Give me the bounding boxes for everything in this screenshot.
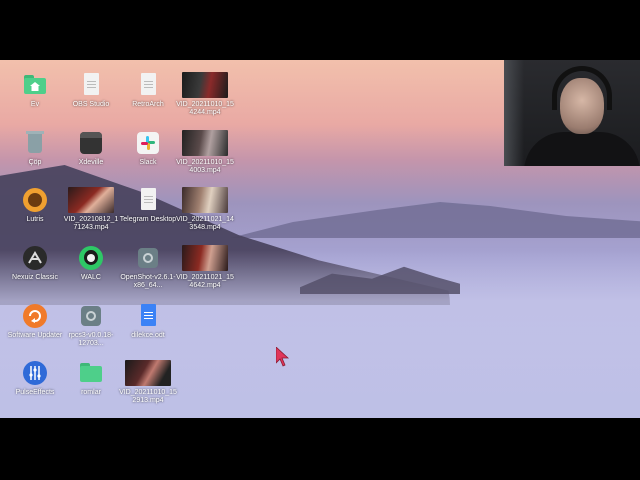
lutris-icon xyxy=(22,187,48,213)
icon-label: Lutris xyxy=(26,216,44,223)
trash-icon xyxy=(22,130,48,156)
folder-icon xyxy=(78,360,104,386)
slack-icon xyxy=(135,130,161,156)
icon-label: OBS Studio xyxy=(72,101,110,108)
text-document-icon xyxy=(135,303,161,329)
desktop-icon-openshot[interactable]: OpenShot-v2.6.1-x86_64... xyxy=(119,245,177,290)
icon-label: VID_20211010_154003.mp4 xyxy=(176,159,234,174)
app-icon xyxy=(78,130,104,156)
desktop-icon-retroarch[interactable]: RetroArch xyxy=(119,72,177,109)
desktop-icon-walc[interactable]: WALC xyxy=(62,245,120,282)
letterbox-top xyxy=(0,0,640,60)
icon-label: VID_20211010_154244.mp4 xyxy=(176,101,234,116)
desktop-icon-nexuiz[interactable]: Nexuiz Classic xyxy=(6,245,64,282)
icon-label: Xdeville xyxy=(78,159,104,166)
gear-icon xyxy=(135,245,161,271)
document-icon xyxy=(135,187,161,213)
desktop-icon-telegram-desktop[interactable]: Telegram Desktop xyxy=(119,187,177,224)
webcam-overlay xyxy=(504,60,640,166)
icon-label: PulseEffects xyxy=(15,389,55,396)
desktop-icon-video-20211010-154003[interactable]: VID_20211010_154003.mp4 xyxy=(176,130,234,175)
video-thumbnail xyxy=(68,187,114,213)
icon-label: VID_20210812_171243.mp4 xyxy=(63,216,119,231)
updater-icon xyxy=(22,303,48,329)
document-icon xyxy=(78,72,104,98)
video-thumbnail xyxy=(182,130,228,156)
icon-label: dilekce.odt xyxy=(131,332,165,339)
desktop-icon-obs-studio[interactable]: OBS Studio xyxy=(62,72,120,109)
desktop-icon-dilekce[interactable]: dilekce.odt xyxy=(119,303,177,340)
icon-label: Telegram Desktop xyxy=(119,216,177,223)
whatsapp-icon xyxy=(78,245,104,271)
icon-label: Slack xyxy=(139,159,157,166)
desktop-icon-rpcs3[interactable]: rpcs3-v0.0.18-12703... xyxy=(62,303,120,348)
icon-label: VID_20211021_143548.mp4 xyxy=(176,216,234,231)
video-thumbnail xyxy=(125,360,171,386)
desktop-icon-video-20211010-154244[interactable]: VID_20211010_154244.mp4 xyxy=(176,72,234,117)
desktop-icon-pulseeffects[interactable]: PulseEffects xyxy=(6,360,64,397)
desktop-icon-video-20210812[interactable]: VID_20210812_171243.mp4 xyxy=(62,187,120,232)
home-folder-icon xyxy=(22,72,48,98)
icon-label: VID_20211010_152913.mp4 xyxy=(119,389,177,404)
desktop-icon-software-updater[interactable]: Software Updater xyxy=(6,303,64,340)
video-thumbnail xyxy=(182,187,228,213)
icon-label: Software Updater xyxy=(7,332,63,339)
icon-label: Nexuiz Classic xyxy=(12,274,58,281)
icon-label: WALC xyxy=(81,274,101,281)
icon-label: Ev xyxy=(30,101,40,108)
desktop-icon-romlar[interactable]: romlar xyxy=(62,360,120,397)
icon-label: romlar xyxy=(81,389,101,396)
desktop-icon-video-20211021-154642[interactable]: VID_20211021_154642.mp4 xyxy=(176,245,234,290)
icon-label: VID_20211021_154642.mp4 xyxy=(176,274,234,289)
video-thumbnail xyxy=(182,72,228,98)
video-thumbnail xyxy=(182,245,228,271)
far-hills xyxy=(230,202,640,238)
icon-label: Çöp xyxy=(28,159,42,166)
gear-icon xyxy=(78,303,104,329)
icon-label: OpenShot-v2.6.1-x86_64... xyxy=(120,274,176,289)
desktop-icon-ev[interactable]: Ev xyxy=(6,72,64,109)
desktop-icon-slack[interactable]: Slack xyxy=(119,130,177,167)
desktop-icon-lutris[interactable]: Lutris xyxy=(6,187,64,224)
desktop-icon-video-20211010-152913[interactable]: VID_20211010_152913.mp4 xyxy=(119,360,177,405)
nexuiz-icon xyxy=(22,245,48,271)
desktop-icon-xdeville[interactable]: Xdeville xyxy=(62,130,120,167)
desktop-icon-trash[interactable]: Çöp xyxy=(6,130,64,167)
icon-label: RetroArch xyxy=(132,101,164,108)
document-icon xyxy=(135,72,161,98)
letterbox-bottom xyxy=(0,418,640,480)
pulseeffects-icon xyxy=(22,360,48,386)
icon-label: rpcs3-v0.0.18-12703... xyxy=(68,332,114,347)
desktop-icon-video-20211021-143548[interactable]: VID_20211021_143548.mp4 xyxy=(176,187,234,232)
